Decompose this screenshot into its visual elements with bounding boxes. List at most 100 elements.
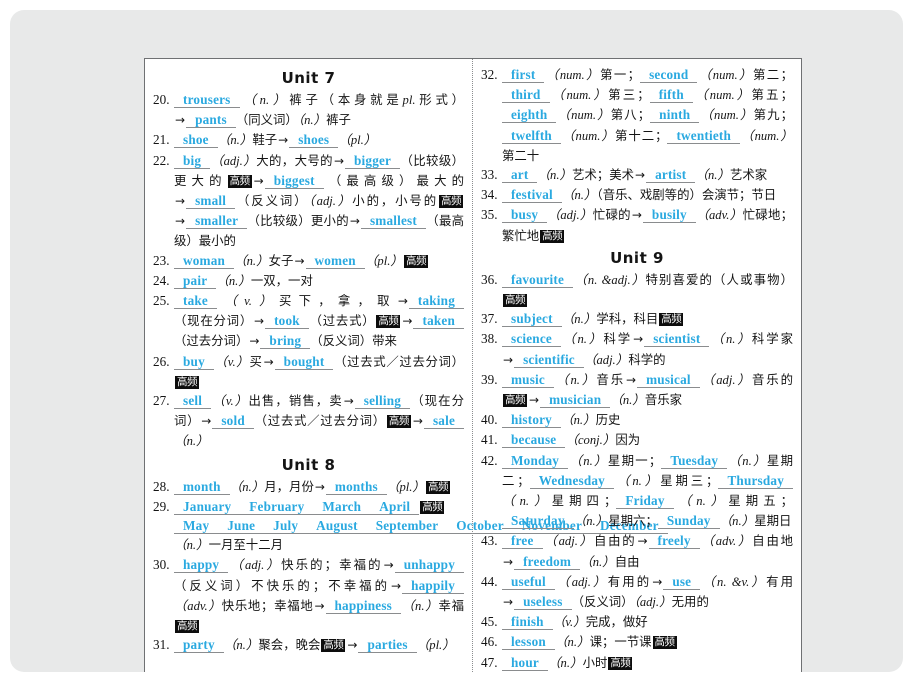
vocab-word[interactable]: finish	[502, 614, 553, 631]
vocab-word[interactable]: musical	[637, 371, 700, 388]
vocab-word[interactable]: sell	[174, 393, 212, 410]
vocab-word[interactable]: sold	[212, 413, 254, 430]
vocab-word[interactable]: buy	[174, 353, 214, 370]
vocab-word[interactable]: selling	[354, 393, 411, 410]
vocab-word[interactable]: sale	[423, 413, 465, 430]
part-of-speech: （adv.）	[174, 598, 222, 613]
entry-number: 46.	[481, 634, 498, 650]
vocab-entry: 34. festival （n.）（音乐、戏剧等的）会演节；节日	[481, 185, 793, 205]
vocab-word[interactable]: bring	[260, 333, 311, 350]
vocab-word[interactable]: shoe	[174, 132, 218, 149]
vocab-word[interactable]: Friday	[616, 493, 674, 510]
vocab-word[interactable]: smallest	[360, 213, 426, 230]
vocab-word[interactable]: use	[663, 573, 701, 590]
vocab-word[interactable]: taking	[408, 293, 464, 310]
vocab-word[interactable]: took	[265, 313, 309, 330]
entry-body: because （conj.）因为	[502, 430, 793, 450]
vocab-word[interactable]: festival	[502, 187, 562, 204]
vocab-word[interactable]: free	[502, 533, 543, 550]
vocab-word[interactable]: happiness	[325, 597, 402, 614]
vocab-word[interactable]: first	[502, 67, 545, 83]
vocab-word[interactable]: unhappy	[394, 557, 464, 574]
vocab-word[interactable]: month	[174, 478, 230, 495]
vocab-word[interactable]: musician	[540, 392, 611, 409]
vocab-word[interactable]: freely	[648, 533, 700, 550]
arrow-icon: →	[652, 574, 663, 589]
vocab-word[interactable]: art	[502, 167, 538, 184]
arrow-icon: →	[631, 208, 642, 223]
vocab-word[interactable]: Sunday	[657, 513, 720, 530]
vocab-word[interactable]: busily	[642, 207, 696, 224]
vocab-word[interactable]: freedom	[514, 553, 581, 570]
vocab-entry: 20. trousers （n.）裤子（本身就是pl.形式）→ pants （同义词）（…	[153, 90, 464, 130]
vocab-word[interactable]: February	[240, 498, 314, 515]
part-of-speech: （n.）	[561, 188, 597, 203]
vocab-word[interactable]: pants	[186, 112, 236, 129]
vocab-word[interactable]: happy	[174, 557, 229, 574]
vocab-word[interactable]: months	[325, 478, 387, 495]
part-of-speech: （n.）	[727, 453, 767, 468]
vocab-word[interactable]: music	[502, 371, 554, 388]
vocab-word[interactable]: happily	[402, 577, 464, 594]
vocab-word[interactable]: ninth	[650, 107, 700, 124]
vocab-word[interactable]: second	[640, 67, 698, 83]
vocab-word[interactable]: fifth	[649, 87, 693, 104]
vocab-word[interactable]: big	[174, 152, 211, 169]
vocab-word[interactable]: June	[218, 518, 265, 535]
vocab-word[interactable]: bigger	[345, 152, 401, 169]
chinese-gloss: 第十二；	[614, 127, 668, 143]
vocab-word[interactable]: biggest	[264, 172, 324, 189]
vocab-word[interactable]: scientist	[644, 331, 710, 348]
vocab-word[interactable]: useful	[502, 573, 555, 590]
vocab-word[interactable]: twentieth	[667, 127, 741, 144]
vocab-word[interactable]: parties	[358, 637, 417, 654]
chinese-gloss: 星期四；	[551, 493, 617, 509]
chinese-gloss: （过去式）	[308, 313, 376, 329]
vocab-word[interactable]: Thursday	[718, 472, 794, 489]
vocab-word[interactable]: Monday	[502, 452, 569, 469]
vocab-word[interactable]: eighth	[502, 107, 557, 124]
vocab-word[interactable]: history	[502, 412, 561, 429]
vocab-word[interactable]: subject	[502, 311, 562, 328]
vocab-word[interactable]: women	[305, 252, 365, 269]
vocab-word[interactable]: artist	[646, 167, 696, 184]
vocab-word[interactable]: trousers	[174, 92, 240, 108]
chinese-gloss: 科学	[603, 331, 633, 347]
vocab-word[interactable]: July	[264, 518, 308, 535]
part-of-speech: （adj.）	[228, 558, 282, 573]
vocab-word[interactable]: Wednesday	[529, 472, 614, 489]
arrow-icon: →	[529, 393, 540, 408]
vocab-word[interactable]: party	[174, 637, 224, 654]
vocab-word[interactable]: Tuesday	[661, 452, 728, 469]
vocab-word[interactable]: lesson	[502, 634, 555, 651]
entry-body: happy （adj.）快乐的；幸福的→ unhappy（反义词）不快乐的；不幸福的…	[174, 555, 464, 635]
chinese-gloss: （过去式／过去分词）	[253, 413, 386, 429]
vocab-word[interactable]: favourite	[502, 271, 574, 288]
vocab-word[interactable]: April	[370, 498, 420, 515]
vocab-word[interactable]: bought	[274, 353, 334, 370]
vocab-word[interactable]: because	[502, 432, 566, 449]
vocab-word[interactable]: science	[502, 331, 561, 348]
vocab-word[interactable]: small	[186, 193, 236, 210]
vocab-word[interactable]: shoes	[289, 132, 339, 149]
vocab-word[interactable]: Saturday	[502, 513, 574, 530]
vocab-word[interactable]: January	[174, 498, 241, 515]
vocab-word[interactable]: scientific	[514, 351, 584, 368]
vocab-word[interactable]: taken	[413, 313, 464, 330]
chinese-gloss: 一双，一对	[250, 272, 313, 288]
entry-number: 33.	[481, 167, 498, 183]
arrow-icon: →	[503, 352, 514, 367]
vocab-word[interactable]: smaller	[186, 213, 248, 230]
vocab-word[interactable]: August	[307, 518, 367, 535]
vocab-word[interactable]: September	[366, 518, 448, 535]
vocab-word[interactable]: hour	[502, 654, 548, 671]
vocab-word[interactable]: take	[174, 293, 217, 310]
vocab-word[interactable]: March	[313, 498, 371, 515]
vocab-word[interactable]: May	[174, 518, 219, 535]
vocab-word[interactable]: twelfth	[502, 127, 561, 144]
vocab-word[interactable]: pair	[174, 272, 217, 289]
vocab-word[interactable]: useless	[514, 594, 572, 611]
vocab-word[interactable]: busy	[502, 207, 548, 224]
vocab-word[interactable]: woman	[174, 252, 235, 269]
vocab-word[interactable]: third	[502, 87, 550, 104]
